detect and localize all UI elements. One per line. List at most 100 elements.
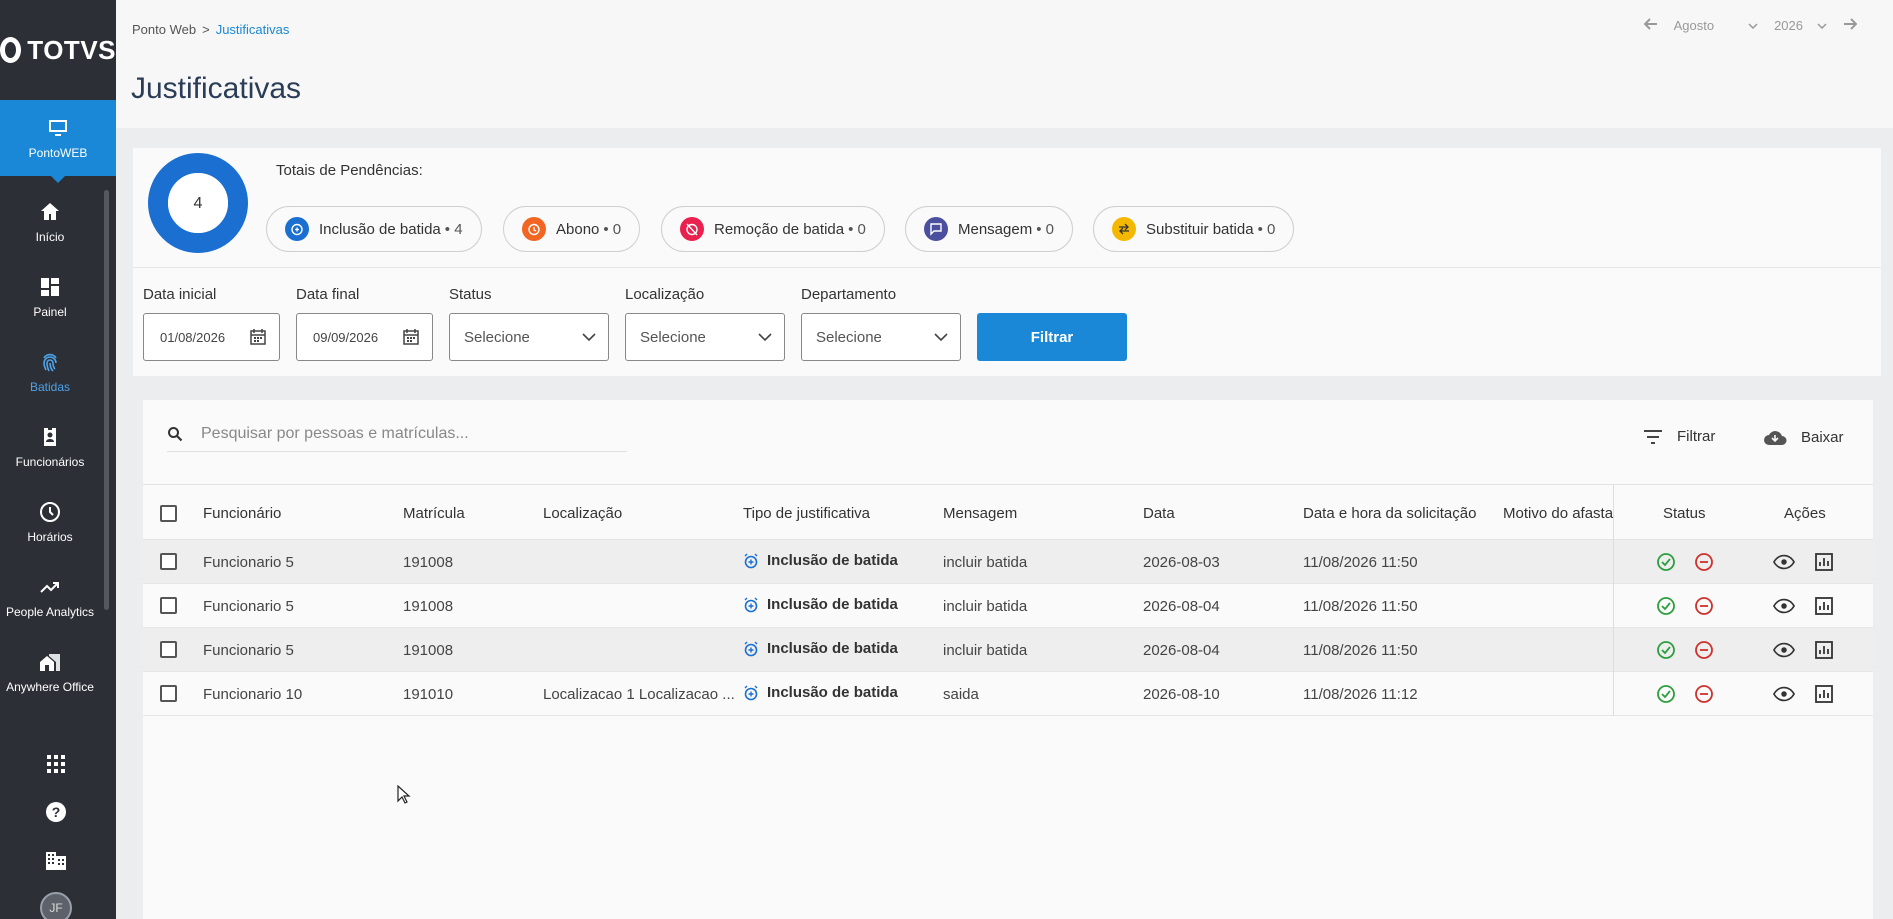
department-label: Departamento [801,286,897,303]
cell-matricula: 191008 [403,554,454,571]
chip-inclusao-de-batida[interactable]: Inclusão de batida • 4 [266,206,482,252]
alarm-add-icon [744,685,758,700]
end-date-label: Data final [296,286,360,303]
sidebar-item-inicio[interactable]: Início [0,192,100,252]
arrow-left-icon[interactable] [1643,18,1658,33]
row-checkbox[interactable] [160,597,177,614]
search-input[interactable]: Pesquisar por pessoas e matrículas... [167,416,627,452]
sidebar-item-horarios[interactable]: Horários [0,492,100,552]
alarm-add-icon [744,597,758,612]
sidebar-item-anywhere-office[interactable]: Anywhere Office [0,642,100,702]
chip-substituir-batida[interactable]: Substituir batida • 0 [1093,206,1295,252]
justifications-table-card: Pesquisar por pessoas e matrículas... Fi… [143,400,1873,919]
column-motivo-afastamento[interactable]: Motivo do afasta [1503,505,1613,522]
help-icon[interactable]: ? [42,798,70,826]
filter-button[interactable]: Filtrar [977,313,1127,361]
sidebar-item-label: Funcionários [15,455,85,469]
table-filter-button[interactable]: Filtrar [1643,428,1715,445]
location-select[interactable]: Selecione [625,313,785,361]
apps-icon[interactable] [42,750,70,778]
year-select[interactable]: 2026 [1774,18,1827,33]
avatar[interactable]: JF [40,892,72,919]
sidebar-item-pontoweb[interactable]: PontoWEB [0,100,116,183]
chevron-down-icon [934,333,948,341]
filter-bar: Data inicial 01/08/2026 Data final 09/09… [133,268,1881,376]
breadcrumb-current: Justificativas [215,22,290,37]
row-checkbox[interactable] [160,553,177,570]
chip-remocao-de-batida[interactable]: Remoção de batida • 0 [661,206,885,252]
message-icon [924,217,948,241]
department-value: Selecione [816,328,882,346]
calendar-icon[interactable] [249,328,267,346]
sidebar-item-label: Anywhere Office [6,680,94,694]
breadcrumb-root[interactable]: Ponto Web [132,22,196,37]
trending-up-icon [40,582,59,593]
chip-label: Remoção de batida [714,220,845,238]
alarm-icon [522,217,546,241]
sidebar-item-batidas[interactable]: Batidas [0,342,100,402]
chevron-down-icon [1817,22,1827,29]
sidebar-item-label: People Analytics [5,605,95,619]
month-value: Agosto [1673,18,1715,33]
cell-mensagem: incluir batida [943,642,1028,659]
sidebar-item-painel[interactable]: Painel [0,267,100,327]
month-select[interactable]: Agosto [1674,18,1758,33]
totvs-logo-icon [0,37,22,63]
sidebar-item-funcionarios[interactable]: Funcionários [0,417,100,477]
sidebar-item-label: Painel [33,305,67,319]
cell-tipo-justificativa: Inclusão de batida [743,684,898,701]
chip-label: Abono [556,220,600,238]
alarm-off-icon [680,217,704,241]
dashboard-icon [41,278,59,296]
arrow-right-icon[interactable] [1843,18,1858,33]
end-date-value: 09/09/2026 [313,329,379,345]
location-label: Localização [625,286,705,303]
cell-data-hora-solicitacao: 11/08/2026 11:50 [1303,642,1418,659]
chevron-down-icon [1748,22,1758,29]
sidebar-scrollbar[interactable] [104,190,109,610]
chip-abono[interactable]: Abono • 0 [503,206,641,252]
status-select[interactable]: Selecione [449,313,609,361]
start-date-field[interactable]: 01/08/2026 [143,313,280,361]
cell-mensagem: saida [943,686,979,703]
totals-label: Totais de Pendências: [276,162,423,179]
home-icon [41,203,59,220]
period-navigator: Agosto 2026 [1643,18,1858,33]
monitor-icon [49,120,67,136]
column-data-hora-solicitacao[interactable]: Data e hora da solicitação [1303,505,1476,522]
tipo-label: Inclusão de batida [767,596,898,613]
pending-total: 4 [194,195,203,212]
download-button[interactable]: Baixar [1763,428,1844,446]
search-icon [168,426,183,441]
calendar-icon[interactable] [402,328,420,346]
chip-count: 0 [1045,220,1054,238]
chip-mensagem[interactable]: Mensagem • 0 [905,206,1073,252]
end-date-field[interactable]: 09/09/2026 [296,313,433,361]
fixed-columns-divider [1613,484,1873,716]
sidebar-item-people-analytics[interactable]: People Analytics [0,567,100,627]
column-localizacao[interactable]: Localização [543,505,622,522]
column-funcionario[interactable]: Funcionário [203,505,281,522]
column-tipo-justificativa[interactable]: Tipo de justificativa [743,505,870,522]
row-checkbox[interactable] [160,685,177,702]
cell-tipo-justificativa: Inclusão de batida [743,640,898,657]
breadcrumb-separator: > [202,22,210,37]
chip-count: 0 [612,220,622,238]
totvs-logo[interactable]: TOTVS [0,0,116,100]
cell-data-hora-solicitacao: 11/08/2026 11:50 [1303,554,1418,571]
avatar-initials: JF [49,901,63,915]
chip-count: 4 [454,220,463,238]
cell-mensagem: incluir batida [943,598,1028,615]
department-select[interactable]: Selecione [801,313,961,361]
column-mensagem[interactable]: Mensagem [943,505,1017,522]
building-icon[interactable] [42,846,70,874]
pending-summary: 4 Totais de Pendências: Inclusão de bati… [133,148,1881,268]
row-checkbox[interactable] [160,641,177,658]
column-data[interactable]: Data [1143,505,1175,522]
tipo-label: Inclusão de batida [767,684,898,701]
location-value: Selecione [640,328,706,346]
cell-funcionario: Funcionario 10 [203,686,303,703]
column-matricula[interactable]: Matrícula [403,505,465,522]
cell-funcionario: Funcionario 5 [203,598,294,615]
select-all-checkbox[interactable] [160,505,177,522]
